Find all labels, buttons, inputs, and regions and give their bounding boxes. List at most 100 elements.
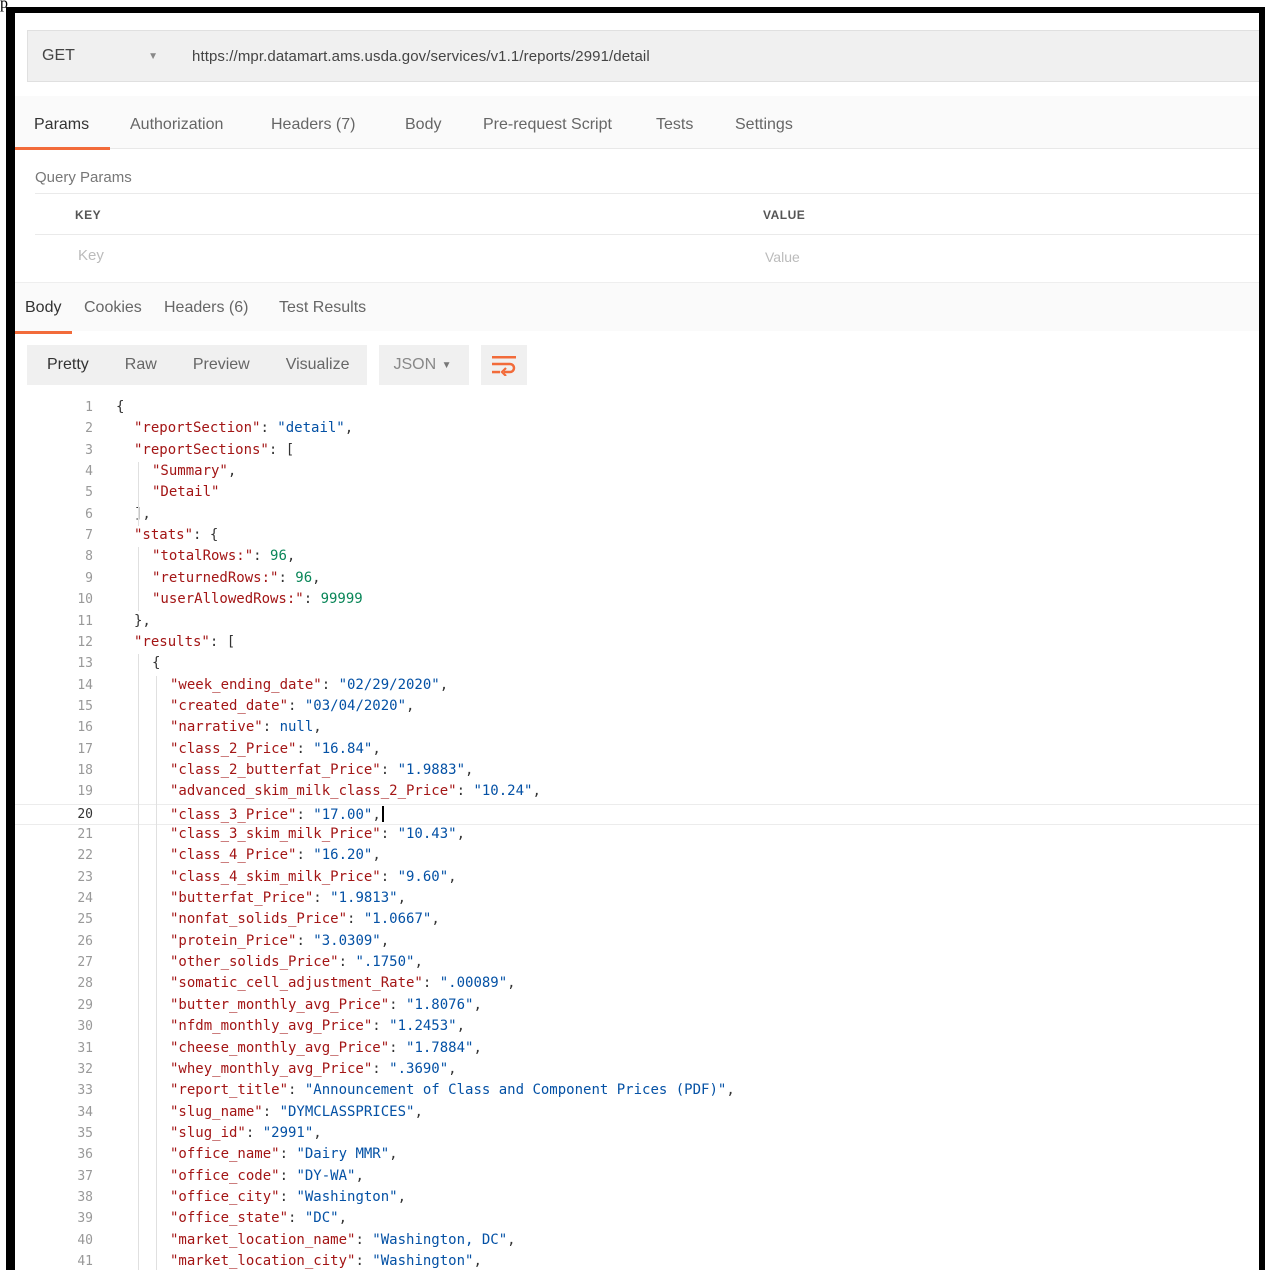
code-token: : (456, 783, 474, 800)
code-token: : (313, 890, 331, 907)
code-token: : (355, 1231, 373, 1248)
code-token: ".3690" (389, 1060, 449, 1077)
wrap-lines-icon (492, 356, 517, 376)
code-token: : (422, 975, 440, 992)
code-token: , (227, 463, 237, 480)
code-token: : (288, 697, 305, 714)
tab-tests[interactable]: Tests (656, 116, 693, 134)
code-text: "slug_id": "2991", (170, 1125, 322, 1141)
tab-headers[interactable]: Headers (7) (271, 116, 355, 134)
code-token: "class_3_skim_milk_Price" (170, 826, 381, 842)
raw-button[interactable]: Raw (106, 345, 175, 385)
code-token: : (380, 868, 398, 885)
code-token: "Announcement of Class and Component Pri… (304, 1082, 727, 1099)
code-token: : (321, 676, 339, 693)
code-text: "nonfat_solids_Price": "1.0667", (170, 911, 440, 927)
response-body-code[interactable]: 1{2 "reportSection": "detail", 3 "reportSec… (15, 398, 1259, 1270)
wrap-lines-button[interactable] (481, 345, 528, 385)
code-line: 22 "class_4_Price": "16.20", (15, 846, 1259, 867)
line-number: 14 (77, 677, 93, 693)
code-token: "16.84" (313, 740, 373, 757)
param-key-input[interactable]: Key (78, 247, 104, 264)
line-number: 39 (77, 1211, 93, 1227)
code-line: 7 "stats": { (15, 526, 1259, 547)
line-number: 21 (77, 827, 93, 842)
code-text: "market_location_name": "Washington, DC"… (170, 1232, 516, 1248)
code-text: "other_solids_Price": ".1750", (170, 954, 423, 970)
code-line: 19 "advanced_skim_milk_class_2_Price": "1… (15, 782, 1259, 803)
code-line: 21 "class_3_skim_milk_Price": "10.43", (15, 825, 1259, 846)
line-number: 26 (77, 933, 93, 949)
code-token: , (431, 911, 440, 928)
code-text: "report_title": "Announcement of Class a… (170, 1082, 735, 1098)
url-input[interactable]: https://mpr.datamart.ams.usda.gov/servic… (170, 48, 650, 65)
code-token: "DYMCLASSPRICES" (279, 1103, 415, 1120)
code-token: "nonfat_solids_Price" (170, 911, 348, 928)
indent-guide (138, 547, 139, 612)
code-token: "advanced_skim_milk_class_2_Price" (170, 783, 457, 800)
code-token: : (296, 740, 314, 757)
code-token: "Summary" (152, 463, 228, 480)
line-number: 37 (77, 1168, 93, 1184)
code-token: , (313, 1124, 322, 1141)
code-text: "butter_monthly_avg_Price": "1.8076", (170, 997, 482, 1013)
code-token: "whey_monthly_avg_Price" (170, 1060, 373, 1077)
code-token: , (507, 975, 516, 992)
code-token: : (347, 911, 364, 928)
indent-guide (138, 462, 139, 527)
code-token: : (303, 591, 321, 608)
code-line: 11}, (15, 612, 1259, 633)
code-token: "1.9883" (397, 761, 466, 778)
code-token: "butter_monthly_avg_Price" (170, 996, 390, 1013)
code-token: "somatic_cell_adjustment_Rate" (170, 975, 423, 992)
param-value-input[interactable]: Value (765, 249, 800, 265)
tab-test-results[interactable]: Test Results (279, 299, 366, 317)
code-token: : (279, 1167, 297, 1184)
active-tab-indicator (15, 147, 110, 150)
code-line: 5 "Detail" (15, 483, 1259, 504)
method-select[interactable]: GET ▼ (28, 31, 170, 81)
code-line: 30 "nfdm_monthly_avg_Price": "1.2453", (15, 1017, 1259, 1038)
line-number: 24 (77, 891, 93, 907)
tab-body[interactable]: Body (405, 116, 441, 134)
code-token: ".1750" (355, 954, 415, 971)
code-token: , (397, 1188, 407, 1205)
line-number: 22 (77, 848, 93, 864)
request-tabs: Params Authorization Headers (7) Body Pr… (15, 96, 1259, 150)
code-token: : (380, 761, 398, 778)
code-token: , (473, 1039, 482, 1056)
code-token: "class_2_butterfat_Price" (170, 761, 381, 778)
tab-authorization[interactable]: Authorization (130, 116, 223, 134)
code-token: "2991" (262, 1124, 314, 1141)
line-number: 9 (85, 570, 93, 586)
code-token: "Detail" (152, 484, 220, 501)
preview-button[interactable]: Preview (174, 345, 268, 385)
code-token: : (278, 569, 296, 586)
pretty-button[interactable]: Pretty (27, 345, 107, 385)
tab-params[interactable]: Params (34, 116, 89, 134)
code-token: , (389, 1146, 398, 1163)
line-number: 25 (77, 912, 93, 928)
tab-settings[interactable]: Settings (735, 116, 793, 134)
line-number: 5 (85, 485, 93, 501)
tab-response-headers[interactable]: Headers (6) (164, 299, 248, 317)
code-token: : (288, 1082, 305, 1099)
code-token: { (116, 399, 125, 415)
code-text: "Detail" (152, 484, 219, 500)
line-number: 3 (85, 442, 93, 458)
code-token: "office_state" (170, 1210, 289, 1227)
code-token: , (448, 1060, 457, 1077)
code-line: 24 "butterfat_Price": "1.9813", (15, 889, 1259, 910)
visualize-button[interactable]: Visualize (267, 345, 368, 385)
tab-response-body[interactable]: Body (25, 299, 61, 317)
code-token: "1.2453" (389, 1018, 457, 1035)
code-token: "1.0667" (363, 911, 432, 928)
tab-pre-request-script[interactable]: Pre-request Script (483, 116, 612, 134)
code-token: "Washington, DC" (372, 1231, 508, 1248)
format-select[interactable]: JSON ▼ (379, 345, 470, 385)
tab-cookies[interactable]: Cookies (84, 299, 142, 317)
code-token: "results" (134, 633, 210, 650)
code-text: { (116, 399, 124, 415)
response-view-toolbar: Pretty Raw Preview Visualize JSON ▼ (27, 345, 528, 385)
code-line: 38 "office_city": "Washington", (15, 1188, 1259, 1209)
